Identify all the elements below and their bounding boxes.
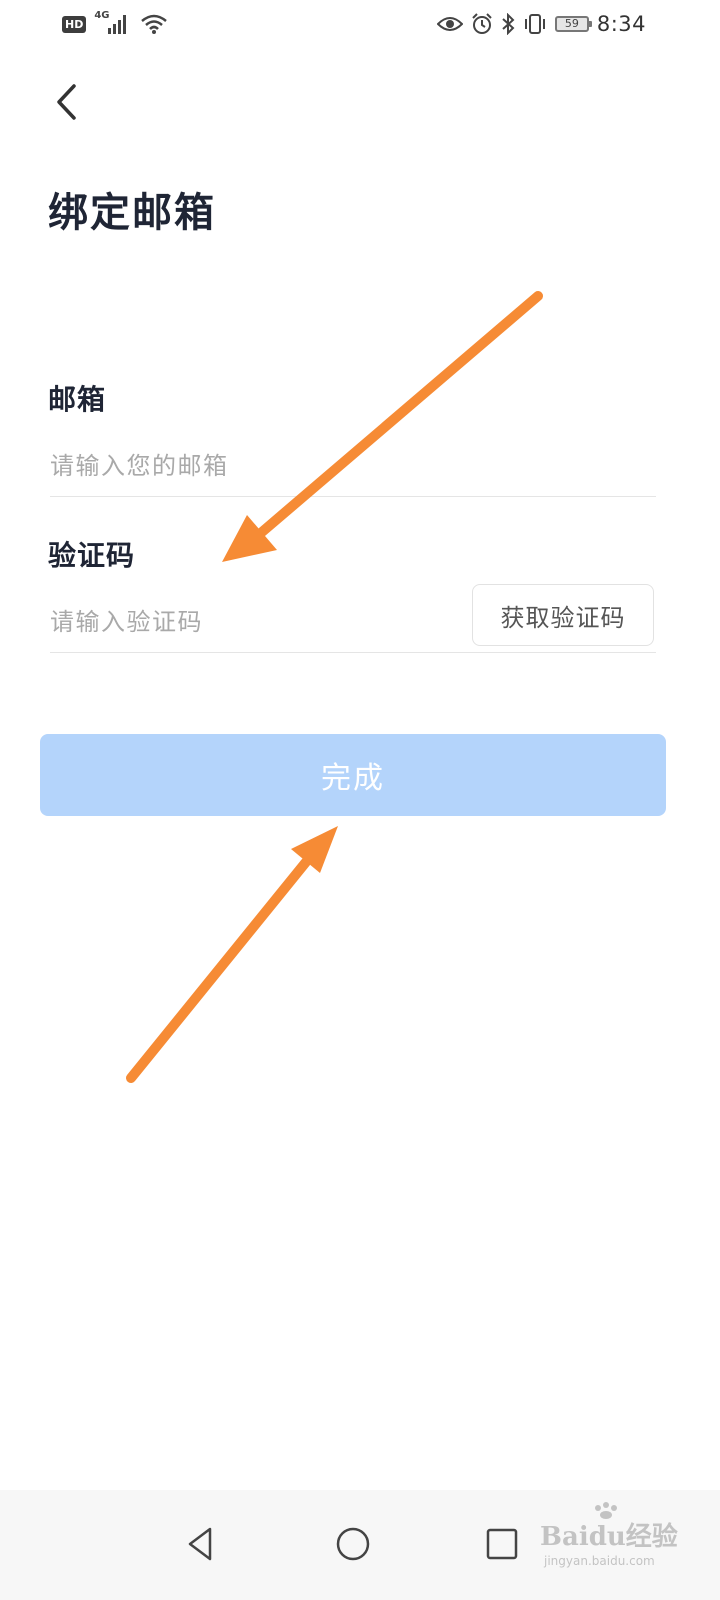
email-divider <box>50 496 656 497</box>
battery-icon: 59 <box>554 16 592 32</box>
vibrate-icon <box>523 13 547 35</box>
square-recent-icon <box>486 1528 518 1560</box>
arrow-to-verification-code <box>222 291 543 562</box>
nav-back-button[interactable] <box>170 1512 234 1576</box>
watermark-sub: jingyan.baidu.com <box>544 1554 655 1568</box>
nav-home-button[interactable] <box>321 1512 385 1576</box>
status-right: 59 8:34 <box>436 10 646 38</box>
watermark-main: Baidu经验 <box>540 1522 678 1552</box>
bind-email-screen: HD 4G 59 8:34 绑定邮箱 邮箱 请输入您的邮箱 验证码 请输入验证码… <box>0 0 720 1600</box>
bluetooth-icon <box>501 12 515 36</box>
arrow-to-done-button <box>126 826 338 1083</box>
done-button[interactable]: 完成 <box>40 734 666 816</box>
circle-home-icon <box>336 1527 370 1561</box>
get-code-button[interactable]: 获取验证码 <box>472 584 654 646</box>
verification-code-divider <box>50 652 656 653</box>
status-left: HD 4G <box>62 10 168 38</box>
eye-icon <box>436 14 464 34</box>
hd-badge: HD <box>62 15 87 33</box>
nav-recent-button[interactable] <box>470 1512 534 1576</box>
status-time: 8:34 <box>596 12 646 36</box>
alarm-icon <box>471 13 493 35</box>
chevron-left-icon <box>57 84 76 120</box>
status-bar: HD 4G 59 8:34 <box>0 0 720 50</box>
signal-icon: 4G <box>94 10 132 36</box>
email-label: 邮箱 <box>48 383 107 416</box>
verification-code-label: 验证码 <box>48 539 136 572</box>
wifi-icon <box>140 13 168 35</box>
triangle-back-icon <box>188 1527 212 1561</box>
back-button[interactable] <box>44 80 88 124</box>
verification-code-input[interactable] <box>50 602 450 642</box>
email-input[interactable] <box>50 446 650 486</box>
page-title: 绑定邮箱 <box>48 189 216 236</box>
watermark: Baidu经验 jingyan.baidu.com <box>540 1500 680 1580</box>
